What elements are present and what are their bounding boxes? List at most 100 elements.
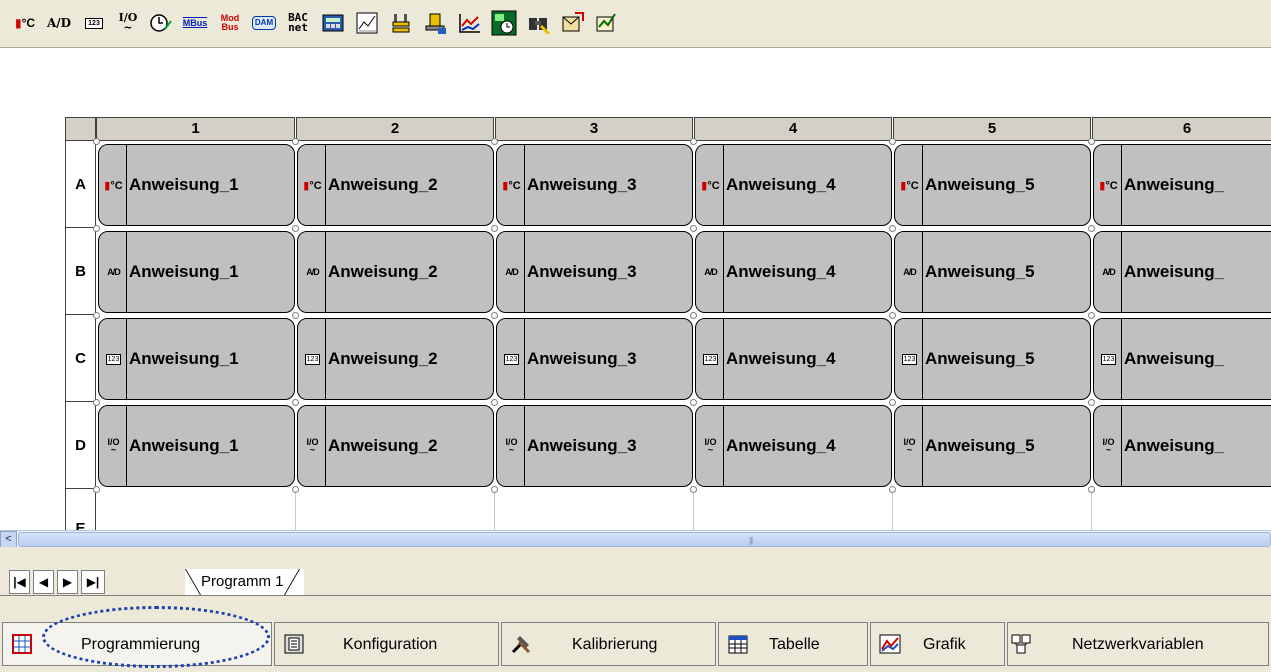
dam-icon[interactable]: DAM: [249, 8, 279, 38]
temperature-icon[interactable]: ▮°C: [10, 8, 40, 38]
analog-digital-icon: A/D: [499, 232, 525, 312]
cell-label: Anweisung_: [1124, 349, 1225, 368]
scroll-thumb[interactable]: |||: [18, 532, 1271, 547]
cell-b4[interactable]: A/D Anweisung_4: [695, 231, 892, 313]
tools-icon: [510, 633, 532, 655]
connector-dot: [292, 138, 299, 145]
row-header-e[interactable]: E: [65, 489, 96, 530]
row-header-c[interactable]: C: [65, 315, 96, 402]
row-header-a[interactable]: A: [65, 141, 96, 228]
cell-a1[interactable]: ▮°C Anweisung_1: [98, 144, 295, 226]
column-header-6[interactable]: 6: [1092, 117, 1271, 141]
io-icon: I/O ~: [698, 406, 724, 486]
cell-a5[interactable]: ▮°C Anweisung_5: [894, 144, 1091, 226]
report-icon[interactable]: [592, 8, 622, 38]
connector-dot: [491, 225, 498, 232]
counter-icon: 123: [499, 319, 525, 399]
scroll-left-button[interactable]: <: [0, 531, 17, 548]
timer-icon[interactable]: [146, 8, 176, 38]
connector-dot: [1088, 225, 1095, 232]
last-tab-button[interactable]: ▶|: [81, 570, 105, 594]
chart-icon[interactable]: [352, 8, 382, 38]
connector-dot: [889, 225, 896, 232]
counter-icon: 123: [897, 319, 923, 399]
cell-c1[interactable]: 123 Anweisung_1: [98, 318, 295, 400]
horizontal-scrollbar[interactable]: < |||: [0, 530, 1271, 548]
cell-b3[interactable]: A/D Anweisung_3: [496, 231, 693, 313]
cell-c6[interactable]: 123 Anweisung_: [1093, 318, 1271, 400]
analog-digital-icon: A/D: [897, 232, 923, 312]
connector-dot: [1088, 486, 1095, 493]
row-header-b[interactable]: B: [65, 228, 96, 315]
cell-d2[interactable]: I/O ~ Anweisung_2: [297, 405, 494, 487]
first-tab-button[interactable]: |◀: [9, 570, 30, 594]
tab-programm-1[interactable]: Programm 1: [185, 569, 304, 595]
column-header-4[interactable]: 4: [694, 117, 892, 141]
column-header-2[interactable]: 2: [296, 117, 494, 141]
cell-d6[interactable]: I/O ~ Anweisung_: [1093, 405, 1271, 487]
cell-a3[interactable]: ▮°C Anweisung_3: [496, 144, 693, 226]
graph-icon[interactable]: [455, 8, 485, 38]
io-icon: I/O ~: [499, 406, 525, 486]
cell-b1[interactable]: A/D Anweisung_1: [98, 231, 295, 313]
cell-d1[interactable]: I/O ~ Anweisung_1: [98, 405, 295, 487]
column-header-1[interactable]: 1: [96, 117, 295, 141]
export-icon[interactable]: [558, 8, 588, 38]
tab-label: Grafik: [923, 636, 966, 653]
analog-digital-icon[interactable]: A/D: [44, 8, 74, 38]
cell-label: Anweisung_1: [129, 349, 239, 368]
temperature-icon: ▮°C: [698, 145, 724, 225]
connector-dot: [292, 399, 299, 406]
scheduler-icon[interactable]: [489, 8, 519, 38]
row-header-d[interactable]: D: [65, 402, 96, 489]
connector-dot: [292, 312, 299, 319]
cell-d5[interactable]: I/O ~ Anweisung_5: [894, 405, 1091, 487]
temperature-icon: ▮°C: [499, 145, 525, 225]
column-header-3[interactable]: 3: [495, 117, 693, 141]
cell-b5[interactable]: A/D Anweisung_5: [894, 231, 1091, 313]
io-icon: I/O ~: [1096, 406, 1122, 486]
tab-netzwerkvariablen[interactable]: Netzwerkvariablen: [1007, 622, 1269, 666]
toolbar: ▮°C A/D 123 I/O ~ MBus Mod Bus DAM BAC net: [0, 0, 1271, 48]
tab-label: Konfiguration: [343, 636, 438, 653]
cell-d3[interactable]: I/O ~ Anweisung_3: [496, 405, 693, 487]
io-icon[interactable]: I/O ~: [113, 8, 143, 38]
cell-e4[interactable]: [694, 493, 893, 530]
bacnet-icon[interactable]: BAC net: [283, 8, 313, 38]
cell-e3[interactable]: [495, 493, 694, 530]
connector-dot: [491, 399, 498, 406]
connector-dot: [690, 312, 697, 319]
cell-e1[interactable]: [96, 493, 296, 530]
cell-c5[interactable]: 123 Anweisung_5: [894, 318, 1091, 400]
tap-icon[interactable]: [421, 8, 451, 38]
cell-c2[interactable]: 123 Anweisung_2: [297, 318, 494, 400]
cell-e2[interactable]: [296, 493, 495, 530]
prev-tab-button[interactable]: ◀: [33, 570, 54, 594]
cell-c4[interactable]: 123 Anweisung_4: [695, 318, 892, 400]
tab-kalibrierung[interactable]: Kalibrierung: [501, 622, 716, 666]
cell-a2[interactable]: ▮°C Anweisung_2: [297, 144, 494, 226]
cell-d4[interactable]: I/O ~ Anweisung_4: [695, 405, 892, 487]
cell-e5[interactable]: [893, 493, 1092, 530]
cell-label: Anweisung_: [1124, 436, 1225, 455]
grid-corner: [65, 117, 96, 141]
modbus-icon[interactable]: Mod Bus: [215, 8, 245, 38]
search-icon[interactable]: [524, 8, 554, 38]
column-header-5[interactable]: 5: [893, 117, 1091, 141]
cell-b2[interactable]: A/D Anweisung_2: [297, 231, 494, 313]
connector-dot: [292, 486, 299, 493]
cell-c3[interactable]: 123 Anweisung_3: [496, 318, 693, 400]
link-icon[interactable]: [386, 8, 416, 38]
display-icon[interactable]: [318, 8, 348, 38]
cell-b6[interactable]: A/D Anweisung_: [1093, 231, 1271, 313]
mbus-icon[interactable]: MBus: [180, 8, 210, 38]
counter-icon[interactable]: 123: [79, 8, 109, 38]
cell-a4[interactable]: ▮°C Anweisung_4: [695, 144, 892, 226]
tab-konfiguration[interactable]: Konfiguration: [274, 622, 499, 666]
tab-grafik[interactable]: Grafik: [870, 622, 1005, 666]
connector-dot: [1088, 138, 1095, 145]
next-tab-button[interactable]: ▶: [57, 570, 78, 594]
tab-tabelle[interactable]: Tabelle: [718, 622, 868, 666]
cell-a6[interactable]: ▮°C Anweisung_: [1093, 144, 1271, 226]
connector-dot: [889, 138, 896, 145]
